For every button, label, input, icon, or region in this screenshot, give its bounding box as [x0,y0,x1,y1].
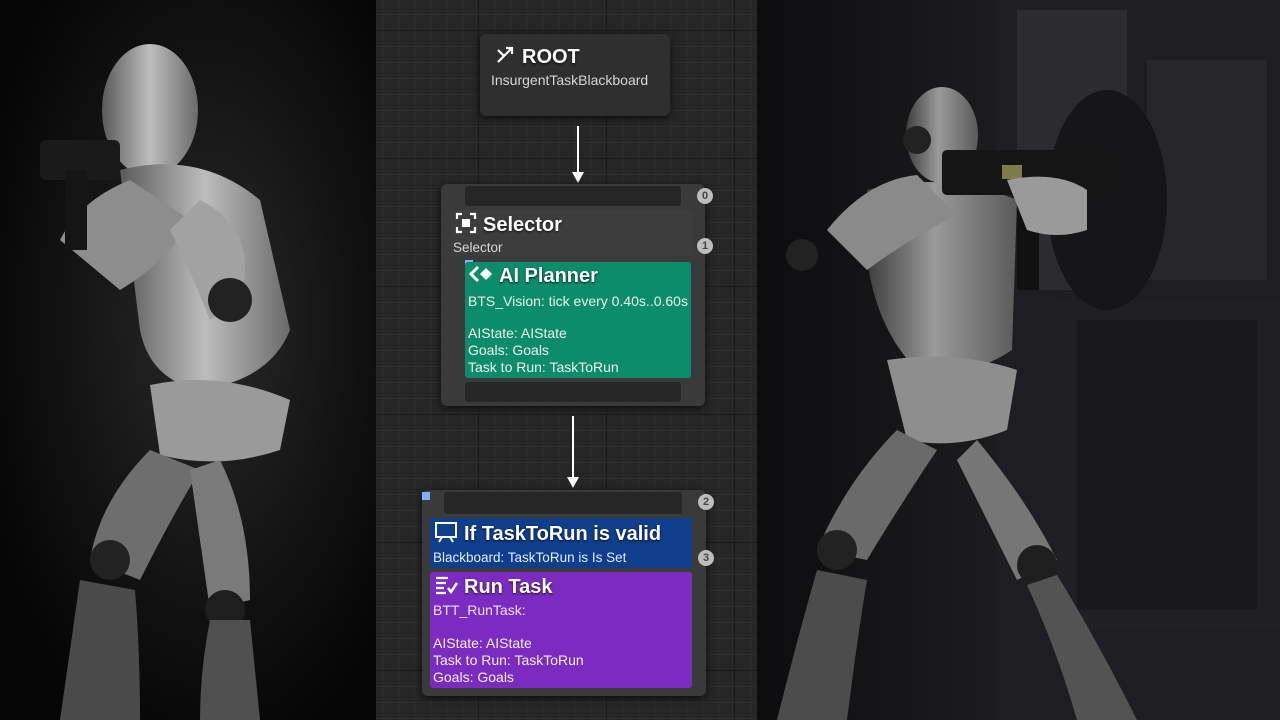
selector-exec-index-badge: 0 [697,188,713,204]
selector-node-index-badge: 1 [697,238,713,254]
mannequin-illustration-left [40,44,290,720]
selector-header[interactable]: Selector Selector [451,210,693,256]
ai-planner-title: AI Planner [499,265,598,287]
ai-planner-service[interactable]: AI Planner BTS_Vision: tick every 0.40s.… [465,262,691,378]
root-title: ROOT [522,46,580,68]
run-task-param: AIState: AIState [433,635,532,651]
run-task-exec-index-badge: 2 [698,494,714,510]
decorator-marker-icon [422,492,430,500]
run-task-param: Task to Run: TaskToRun [433,652,584,668]
wire-arrow-selector [567,477,579,488]
run-task-subtitle: BTT_RunTask: [433,602,526,618]
run-task-input-pin[interactable] [444,492,682,514]
ai-planner-param: AIState: AIState [468,325,567,341]
selector-title: Selector [483,214,562,236]
decorator-subtitle: Blackboard: TaskToRun is Is Set [433,550,627,565]
left-scene-mannequin [0,0,376,720]
ai-planner-param: Task to Run: TaskToRun [468,359,619,375]
decorator-title: If TaskToRun is valid [464,523,662,545]
editor-viewport: ROOT InsurgentTaskBlackboard 0 Selector [0,0,1280,720]
task-icon [434,574,459,601]
selector-subtitle: Selector [453,240,503,255]
mannequin-illustration-right [777,0,1280,720]
selector-node[interactable]: 0 Selector Selector 1 AI Planner BTS_Vis… [441,184,713,406]
ai-planner-param: Goals: Goals [468,342,549,358]
run-task-title: Run Task [464,576,553,598]
right-scene-mannequin [757,0,1280,720]
run-task-node[interactable]: 2 If TaskToRun is valid Blackboard: Task… [422,490,714,696]
behavior-tree-graph[interactable]: ROOT InsurgentTaskBlackboard 0 Selector [376,0,757,720]
wire-arrow-root [572,172,584,183]
ai-planner-subtitle: BTS_Vision: tick every 0.40s..0.60s [468,293,688,309]
run-task-node-index-badge: 3 [698,550,714,566]
service-icon [468,264,493,289]
selector-input-pin[interactable] [465,186,681,206]
root-subtitle: InsurgentTaskBlackboard [491,72,649,88]
root-node[interactable]: ROOT InsurgentTaskBlackboard [480,34,670,116]
run-task-block[interactable]: Run Task BTT_RunTask: AIState: AIState T… [430,572,692,688]
selector-output-pin[interactable] [465,382,681,402]
taskto-run-decorator[interactable]: If TaskToRun is valid Blackboard: TaskTo… [430,518,692,568]
blackboard-decorator-icon [434,521,458,548]
root-branch-icon [494,44,516,71]
run-task-param: Goals: Goals [433,669,514,685]
selector-icon [455,212,477,239]
